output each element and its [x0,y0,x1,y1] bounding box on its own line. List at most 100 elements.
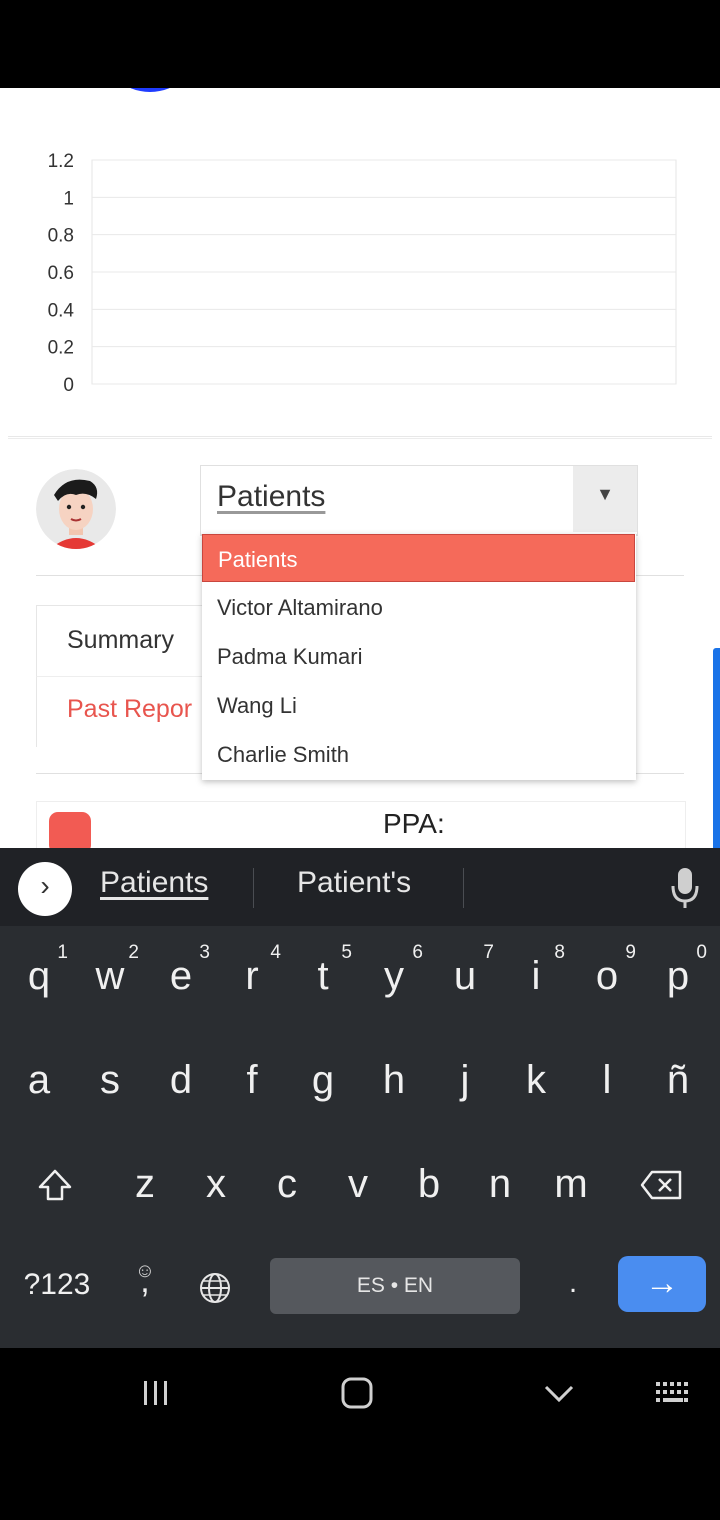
key-f[interactable]: f [217,1038,287,1128]
y-tick-label: 1 [63,188,74,209]
key-ñ[interactable]: ñ [643,1038,713,1128]
key-hint: 2 [128,942,139,963]
key-label: x [206,1162,226,1206]
recent-apps-icon[interactable] [140,1378,172,1408]
key-d[interactable]: d [146,1038,216,1128]
key-r[interactable]: r4 [217,934,287,1024]
key-u[interactable]: u7 [430,934,500,1024]
key-label: g [311,1058,335,1102]
expand-toolbar-button[interactable]: › [18,862,72,916]
globe-icon [200,1273,230,1303]
key-hint: 5 [341,942,352,963]
backspace-icon [640,1170,682,1200]
key-label: v [348,1162,368,1206]
key-j[interactable]: j [430,1038,500,1128]
tab-summary-label: Summary [67,626,174,654]
key-s[interactable]: s [75,1038,145,1128]
soft-keyboard: › Patients Patient's q1w2e3r4t5y6u7i8o9p… [0,848,720,1348]
space-key-label: ES • EN [356,1274,434,1297]
shift-key[interactable] [20,1138,90,1228]
patient-select[interactable]: Patients ▼ [200,465,638,536]
suggestion-2[interactable]: Patient's [297,866,411,900]
key-z[interactable]: z [110,1142,180,1232]
key-e[interactable]: e3 [146,934,216,1024]
y-tick-label: 1.2 [48,151,74,172]
key-label: n [488,1162,512,1206]
keyboard-icon[interactable] [654,1380,692,1406]
key-k[interactable]: k [501,1038,571,1128]
key-n[interactable]: n [465,1142,535,1232]
key-p[interactable]: p0 [643,934,713,1024]
key-a[interactable]: a [4,1038,74,1128]
backspace-key[interactable] [626,1138,696,1228]
key-label: ñ [666,1058,690,1102]
emoji-comma-key[interactable]: ☺ , [110,1242,180,1332]
key-hint: 0 [696,942,707,963]
enter-key[interactable]: → [618,1256,706,1312]
key-hint: 3 [199,942,210,963]
key-hint: 9 [625,942,636,963]
key-label: j [460,1058,470,1102]
key-label: a [27,1058,51,1102]
dropdown-option[interactable]: Charlie Smith [202,730,636,779]
suggestion-1[interactable]: Patients [100,866,208,900]
microphone-icon[interactable] [668,866,702,910]
key-label: z [135,1162,155,1206]
separator [463,868,464,908]
key-m[interactable]: m [536,1142,606,1232]
ppa-label: PPA: [383,808,445,839]
key-label: s [100,1058,120,1102]
key-hint: 4 [270,942,281,963]
separator [253,868,254,908]
key-w[interactable]: w2 [75,934,145,1024]
y-tick-label: 0.8 [48,226,74,247]
avatar [36,469,116,549]
tab-past-reports-label: Past Repor [67,695,193,723]
key-label: c [277,1162,297,1206]
shift-icon [38,1169,72,1201]
key-l[interactable]: l [572,1038,642,1128]
caret-down-icon: ▼ [596,484,614,504]
key-label: b [417,1162,441,1206]
key-x[interactable]: x [181,1142,251,1232]
dropdown-option[interactable]: Victor Altamirano [202,583,636,632]
patient-select-value: Patients [217,480,326,513]
ppa-section: PPA: [36,801,686,848]
chart: 0 0.2 0.4 0.6 0.8 1 1.2 [48,151,677,396]
y-tick-label: 0.6 [48,263,74,284]
key-c[interactable]: c [252,1142,322,1232]
dropdown-option[interactable]: Padma Kumari [202,632,636,681]
chevron-right-icon: › [40,870,50,901]
key-i[interactable]: i8 [501,934,571,1024]
y-tick-label: 0 [63,375,74,396]
patient-select-toggle[interactable]: ▼ [573,466,637,532]
key-b[interactable]: b [394,1142,464,1232]
period-key[interactable]: . [538,1242,608,1332]
key-g[interactable]: g [288,1038,358,1128]
key-h[interactable]: h [359,1038,429,1128]
key-hint: 6 [412,942,423,963]
language-key[interactable] [180,1242,250,1332]
patient-dropdown: Patients Victor Altamirano Padma Kumari … [202,534,636,780]
home-icon[interactable] [340,1376,374,1410]
key-o[interactable]: o9 [572,934,642,1024]
dropdown-option[interactable]: Patients [202,534,635,582]
ppa-status-indicator [49,812,91,848]
symbols-key[interactable]: ?123 [12,1242,102,1332]
dropdown-option[interactable]: Wang Li [202,681,636,730]
space-key[interactable]: ES • EN [270,1258,520,1314]
key-v[interactable]: v [323,1142,393,1232]
key-y[interactable]: y6 [359,934,429,1024]
key-hint: 8 [554,942,565,963]
navigation-bar [0,1348,720,1520]
chart-card: 0 0.2 0.4 0.6 0.8 1 1.2 [8,88,712,437]
key-label: h [382,1058,406,1102]
key-label: f [246,1058,258,1102]
key-label: m [554,1162,588,1206]
suggestion-bar: › Patients Patient's [0,848,720,926]
key-t[interactable]: t5 [288,934,358,1024]
key-hint: 1 [57,942,68,963]
key-q[interactable]: q1 [4,934,74,1024]
y-tick-label: 0.4 [48,300,75,321]
hide-keyboard-icon[interactable] [543,1382,575,1404]
